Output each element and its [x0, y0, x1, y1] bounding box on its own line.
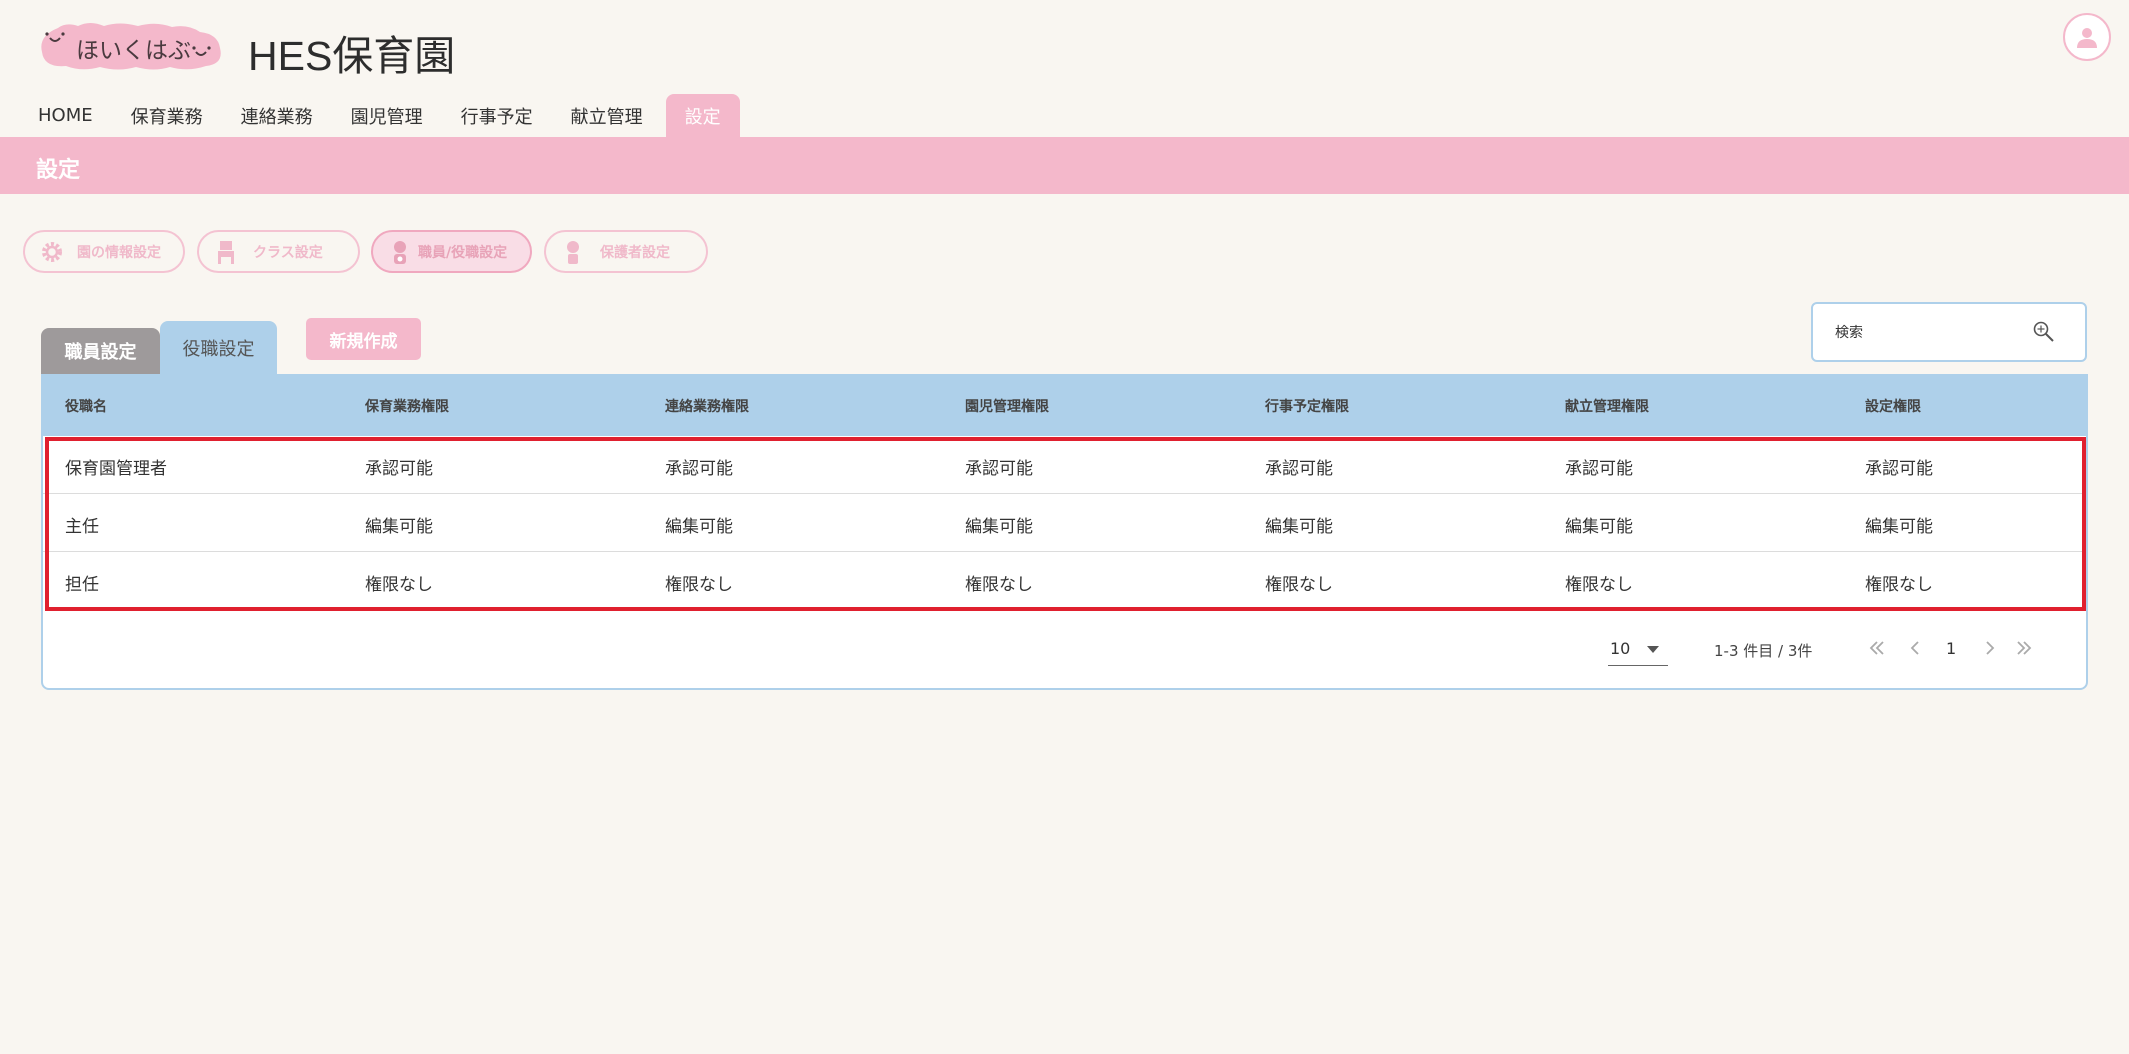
- search-input[interactable]: [1835, 321, 2035, 345]
- column-header[interactable]: 保育業務権限: [365, 396, 449, 416]
- table-cell: 権限なし: [365, 575, 433, 595]
- chevron-down-icon: [1647, 646, 1659, 653]
- section-banner: 設定: [0, 137, 2129, 194]
- column-header[interactable]: 行事予定権限: [1265, 396, 1349, 416]
- gear-icon: [42, 242, 62, 262]
- table-cell: 編集可能: [1565, 517, 1633, 537]
- double-chevron-right-icon: [2017, 641, 2032, 655]
- guardian-settings-button[interactable]: 保護者設定: [544, 230, 708, 273]
- class-settings-label: クラス設定: [253, 244, 323, 261]
- table-cell: 承認可能: [1265, 459, 1333, 479]
- next-page-button[interactable]: [1976, 634, 2004, 662]
- table-cell: 主任: [65, 517, 99, 537]
- pagination-range: 1-3 件目 / 3件: [1714, 642, 1813, 660]
- user-avatar-button[interactable]: [2063, 13, 2111, 61]
- staff-role-settings-label: 職員/役職設定: [418, 244, 508, 261]
- rows-per-page-select[interactable]: 10: [1608, 636, 1668, 666]
- table-row[interactable]: 保育園管理者 承認可能 承認可能 承認可能 承認可能 承認可能 承認可能: [43, 436, 2086, 494]
- nav-contact-work[interactable]: 連絡業務: [222, 94, 332, 137]
- class-icon: [218, 241, 234, 264]
- tab-role-settings[interactable]: 役職設定: [160, 321, 277, 374]
- last-page-button[interactable]: [2010, 634, 2038, 662]
- table-body: 保育園管理者 承認可能 承認可能 承認可能 承認可能 承認可能 承認可能 主任 …: [43, 436, 2086, 610]
- nav-home[interactable]: HOME: [0, 94, 112, 137]
- main-nav: HOME 保育業務 連絡業務 園児管理 行事予定 献立管理 設定: [0, 94, 740, 137]
- column-header[interactable]: 役職名: [65, 396, 107, 416]
- pagination: 10 1-3 件目 / 3件 1: [43, 610, 2086, 690]
- logo[interactable]: ほいくはぶ: [38, 22, 224, 72]
- nav-child-management[interactable]: 園児管理: [332, 94, 442, 137]
- roles-table: 役職名 保育業務権限 連絡業務権限 園児管理権限 行事予定権限 献立管理権限 設…: [41, 374, 2088, 690]
- search-icon[interactable]: [2032, 320, 2056, 344]
- table-cell: 編集可能: [665, 517, 733, 537]
- column-header[interactable]: 設定権限: [1865, 396, 1921, 416]
- nav-childcare-work[interactable]: 保育業務: [112, 94, 222, 137]
- table-cell: 編集可能: [965, 517, 1033, 537]
- table-cell: 保育園管理者: [65, 459, 167, 479]
- table-cell: 権限なし: [1865, 575, 1933, 595]
- table-cell: 権限なし: [965, 575, 1033, 595]
- column-header[interactable]: 献立管理権限: [1565, 396, 1649, 416]
- table-cell: 承認可能: [1565, 459, 1633, 479]
- table-cell: 権限なし: [1265, 575, 1333, 595]
- table-cell: 承認可能: [965, 459, 1033, 479]
- table-cell: 承認可能: [1865, 459, 1933, 479]
- guardian-settings-label: 保護者設定: [600, 244, 670, 261]
- table-cell: 編集可能: [365, 517, 433, 537]
- chevron-right-icon: [1986, 641, 1995, 655]
- class-settings-button[interactable]: クラス設定: [197, 230, 360, 273]
- table-cell: 編集可能: [1865, 517, 1933, 537]
- table-header: 役職名 保育業務権限 連絡業務権限 園児管理権限 行事予定権限 献立管理権限 設…: [43, 376, 2086, 436]
- current-page-number[interactable]: 1: [1946, 639, 1956, 658]
- logo-text: ほいくはぶ: [76, 38, 191, 64]
- nav-settings[interactable]: 設定: [665, 94, 740, 137]
- facility-info-settings-label: 園の情報設定: [77, 244, 161, 261]
- table-cell: 編集可能: [1265, 517, 1333, 537]
- table-cell: 権限なし: [665, 575, 733, 595]
- rows-per-page-value: 10: [1610, 639, 1631, 658]
- create-new-button[interactable]: 新規作成: [306, 318, 421, 360]
- column-header[interactable]: 園児管理権限: [965, 396, 1049, 416]
- app-header: ほいくはぶ HES保育園: [0, 0, 2129, 94]
- nav-event-schedule[interactable]: 行事予定: [442, 94, 552, 137]
- table-cell: 承認可能: [365, 459, 433, 479]
- first-page-button[interactable]: [1863, 634, 1891, 662]
- nav-menu-management[interactable]: 献立管理: [552, 94, 662, 137]
- page-title: 設定: [36, 158, 81, 183]
- tab-staff-settings[interactable]: 職員設定: [41, 328, 160, 374]
- staff-role-settings-button[interactable]: 職員/役職設定: [371, 230, 532, 273]
- column-header[interactable]: 連絡業務権限: [665, 396, 749, 416]
- table-cell: 承認可能: [665, 459, 733, 479]
- app-title: HES保育園: [248, 33, 456, 79]
- table-row[interactable]: 担任 権限なし 権限なし 権限なし 権限なし 権限なし 権限なし: [43, 552, 2086, 610]
- staff-icon: [394, 241, 406, 264]
- guardian-icon: [567, 241, 579, 264]
- table-cell: 担任: [65, 575, 99, 595]
- facility-info-settings-button[interactable]: 園の情報設定: [23, 230, 185, 273]
- search-box: [1811, 302, 2087, 362]
- chevron-left-icon: [1910, 641, 1919, 655]
- double-chevron-left-icon: [1869, 641, 1884, 655]
- table-row[interactable]: 主任 編集可能 編集可能 編集可能 編集可能 編集可能 編集可能: [43, 494, 2086, 552]
- previous-page-button[interactable]: [1901, 634, 1929, 662]
- table-cell: 権限なし: [1565, 575, 1633, 595]
- user-icon: [2077, 28, 2097, 48]
